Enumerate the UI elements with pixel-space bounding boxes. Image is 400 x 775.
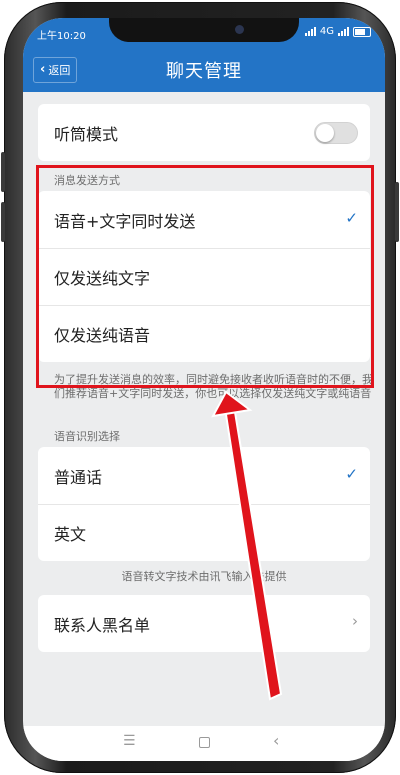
home-icon[interactable] [199, 737, 210, 748]
phone-frame: 上午10:20 4G ‹ 返回 聊天管理 听筒模式 消息发送方式 语音+文字同时… [1, 2, 399, 773]
arrow-head [211, 390, 253, 418]
screen: 上午10:20 4G ‹ 返回 聊天管理 听筒模式 消息发送方式 语音+文字同时… [23, 18, 385, 761]
arrow-shaft [223, 404, 283, 701]
volume-button [1, 202, 5, 242]
power-button [395, 182, 399, 242]
back-nav-icon[interactable]: ‹ [273, 731, 279, 750]
menu-icon[interactable]: ☰ [123, 733, 136, 749]
annotation-arrow [211, 390, 283, 701]
volume-button [1, 152, 5, 192]
system-nav-bar: ☰ ‹ [23, 726, 385, 761]
